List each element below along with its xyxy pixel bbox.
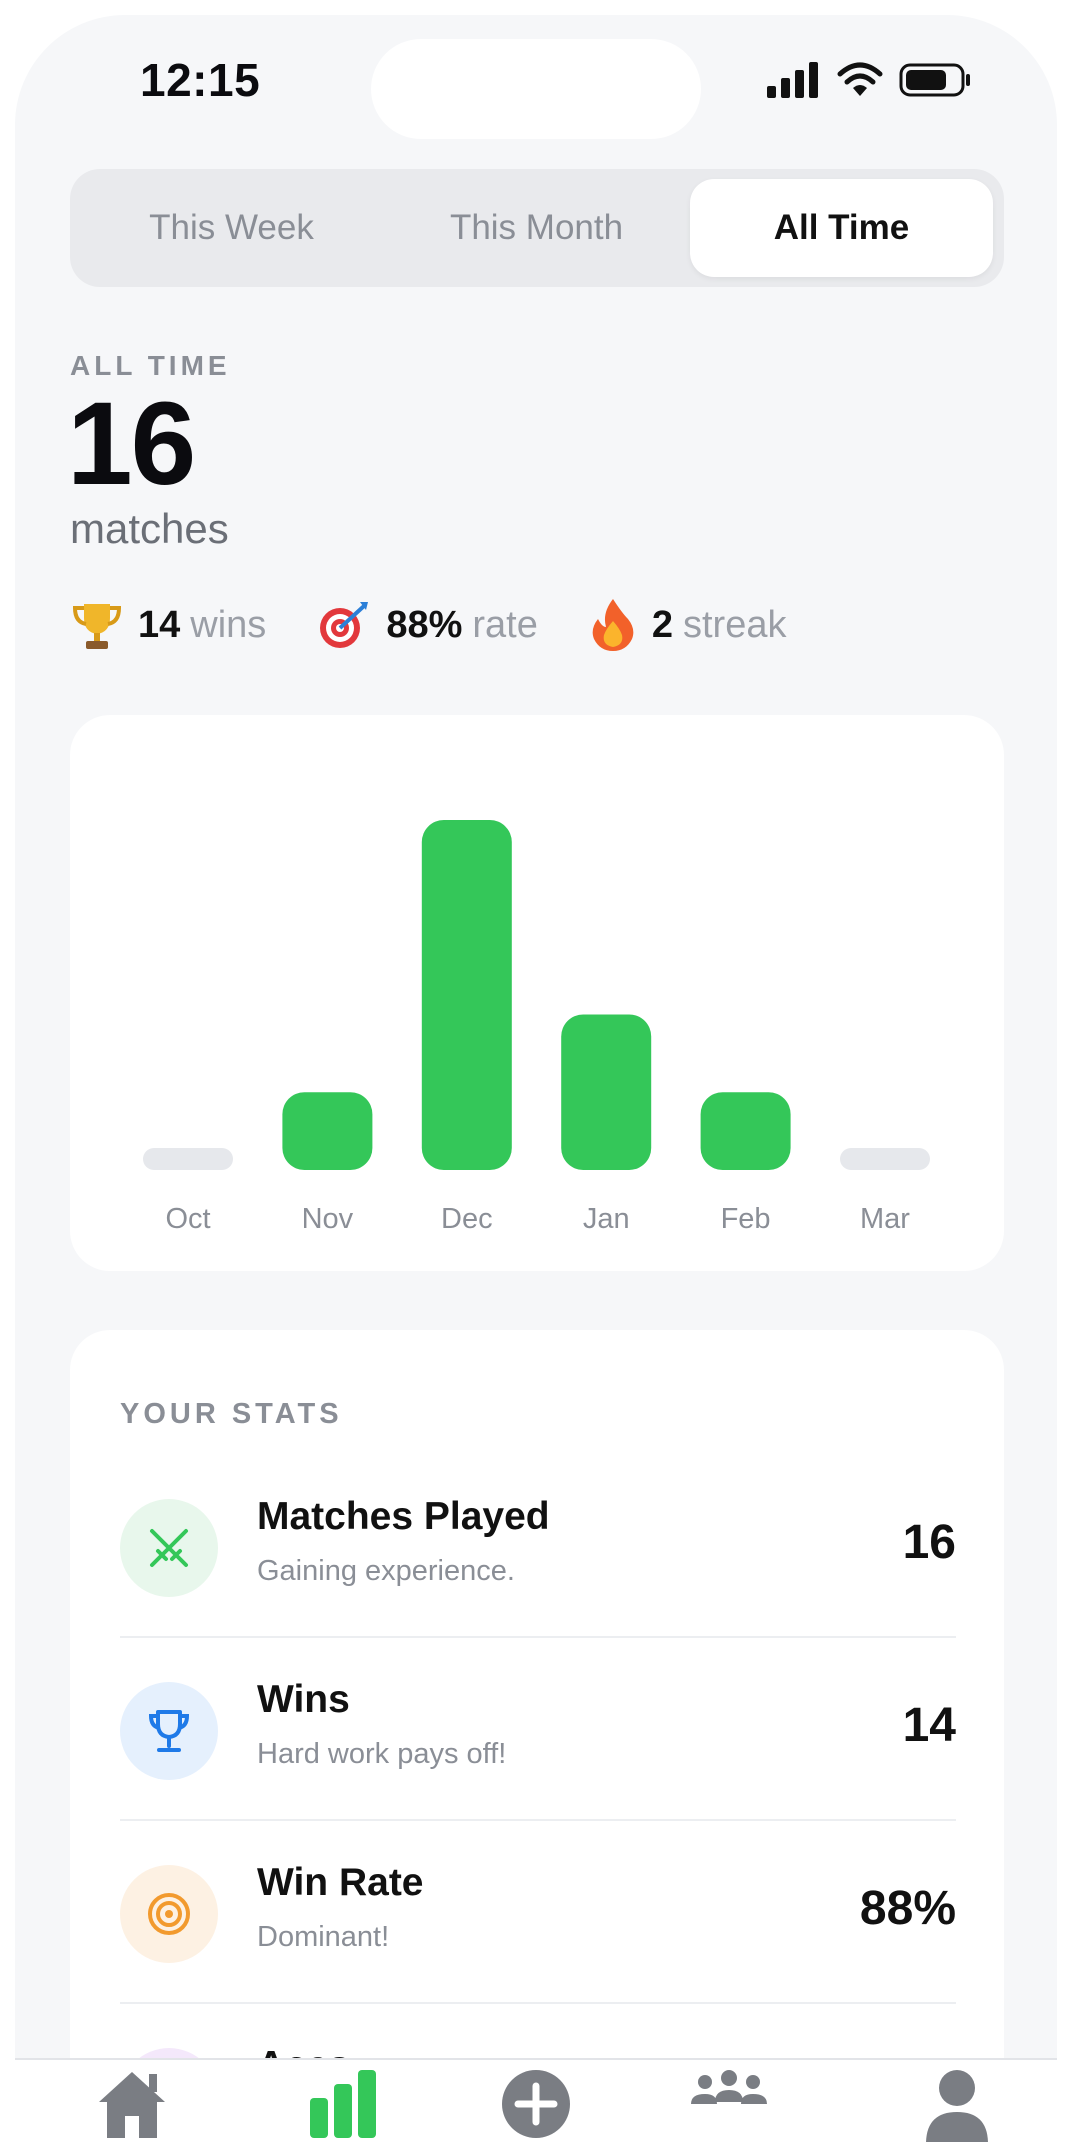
stat-row-win-rate[interactable]: Win Rate Dominant! 88% <box>120 1821 956 2004</box>
app-screen: 12:15 This Week This Month All Time ALL … <box>15 15 1057 2142</box>
bar-nov[interactable] <box>282 1092 373 1170</box>
battery-icon <box>899 63 970 97</box>
tab-bar <box>15 2058 1057 2142</box>
profile-icon <box>926 2070 988 2142</box>
status-icons <box>765 55 973 105</box>
stat-row-matches-played[interactable]: Matches Played Gaining experience. 16 <box>120 1455 956 1638</box>
tab-profile[interactable] <box>912 2068 1002 2142</box>
stat-title: Matches Played <box>257 1495 550 1538</box>
target-icon <box>316 598 372 652</box>
tab-home[interactable] <box>87 2068 177 2142</box>
stat-row-wins[interactable]: Wins Hard work pays off! 14 <box>120 1638 956 1821</box>
your-stats-card: YOUR STATS Matches Played Gaining experi… <box>70 1330 1004 2142</box>
tab-add[interactable] <box>491 2068 581 2142</box>
stat-subtitle: Dominant! <box>257 1921 390 1953</box>
bar-jan[interactable] <box>561 1014 652 1170</box>
quick-stats: 14 wins 88% rate 2 streak <box>70 590 836 660</box>
status-time: 12:15 <box>140 54 261 106</box>
match-count: 16 <box>67 378 196 510</box>
rate-label: rate <box>472 603 538 646</box>
add-icon <box>502 2070 570 2138</box>
quick-stat-wins: 14 wins <box>70 598 266 652</box>
period-segmented-control: This Week This Month All Time <box>70 169 1004 287</box>
home-icon <box>99 2072 165 2138</box>
bar-feb[interactable] <box>700 1092 791 1170</box>
stat-value: 16 <box>902 1516 956 1569</box>
x-tick-label: Jan <box>583 1203 630 1235</box>
rate-value: 88% <box>386 603 463 646</box>
segment-all-time[interactable]: All Time <box>690 179 993 277</box>
bar-dec[interactable] <box>421 820 512 1170</box>
stat-value: 88% <box>859 1882 956 1935</box>
wins-value: 14 <box>138 603 181 646</box>
trophy-icon <box>148 1710 190 1752</box>
stat-title: Wins <box>257 1678 350 1721</box>
tab-stats[interactable] <box>298 2068 388 2142</box>
x-tick-label: Oct <box>165 1203 210 1235</box>
quick-stat-rate: 88% rate <box>316 598 538 652</box>
segment-this-month[interactable]: This Month <box>385 179 688 277</box>
stats-icon <box>310 2070 376 2138</box>
wifi-icon <box>837 62 883 96</box>
bar-mar[interactable] <box>840 1148 930 1170</box>
monthly-matches-chart: Oct Nov Dec Jan Feb Mar <box>70 715 1004 1271</box>
stat-subtitle: Gaining experience. <box>257 1555 515 1587</box>
streak-value: 2 <box>651 603 673 646</box>
group-icon <box>691 2070 767 2104</box>
target-icon <box>148 1893 190 1935</box>
x-tick-label: Feb <box>721 1203 771 1235</box>
streak-label: streak <box>683 603 787 646</box>
wins-label: wins <box>190 603 267 646</box>
x-tick-label: Mar <box>860 1203 910 1235</box>
fire-icon <box>588 597 638 653</box>
stat-icon-bg <box>120 1499 218 1597</box>
trophy-icon <box>70 598 124 652</box>
stat-icon-bg <box>120 1865 218 1963</box>
signal-icon <box>767 62 818 98</box>
stats-heading: YOUR STATS <box>120 1398 343 1430</box>
stat-title: Win Rate <box>257 1861 424 1904</box>
x-tick-label: Nov <box>302 1203 354 1235</box>
bar-oct[interactable] <box>143 1148 233 1170</box>
stat-value: 14 <box>902 1699 956 1752</box>
dynamic-island <box>371 39 701 139</box>
crossed-swords-icon <box>150 1529 188 1567</box>
stat-icon-bg <box>120 1682 218 1780</box>
quick-stat-streak: 2 streak <box>588 597 787 653</box>
x-tick-label: Dec <box>441 1203 493 1235</box>
bar-chart: Oct Nov Dec Jan Feb Mar <box>143 820 930 1235</box>
stat-subtitle: Hard work pays off! <box>257 1738 507 1770</box>
tab-community[interactable] <box>684 2068 774 2142</box>
segment-this-week[interactable]: This Week <box>80 179 383 277</box>
match-count-unit: matches <box>70 505 229 552</box>
